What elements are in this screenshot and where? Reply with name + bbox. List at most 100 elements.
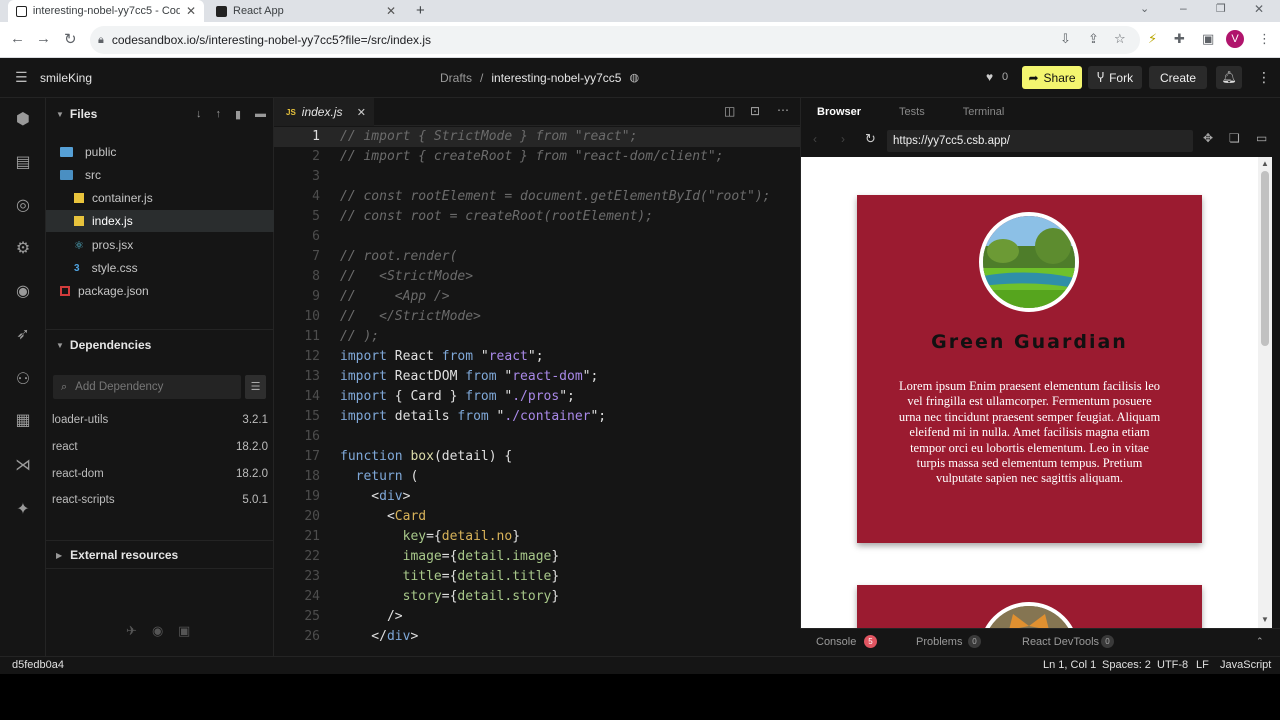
github-icon[interactable]: ◉ xyxy=(152,623,163,639)
preview-layout-icon[interactable]: ▭ xyxy=(1256,131,1267,145)
sort-up-icon[interactable]: ↑ xyxy=(215,108,221,120)
tab-browser[interactable]: Browser xyxy=(817,106,861,118)
files-section-header[interactable]: ▼ Files ↓ ↑ ▮ ▬ xyxy=(56,106,266,122)
file-encoding[interactable]: UTF-8 xyxy=(1157,659,1188,671)
dependencies-section-header[interactable]: ▼ Dependencies xyxy=(56,338,151,352)
scroll-up-arrow-icon[interactable]: ▲ xyxy=(1261,159,1269,168)
code-line[interactable]: 14 import { Card } from "./pros"; xyxy=(274,387,800,407)
tree-item-index-js[interactable]: index.js xyxy=(46,210,274,232)
scroll-down-arrow-icon[interactable]: ▼ xyxy=(1261,615,1269,624)
code-line[interactable]: 24 story={detail.story} xyxy=(274,587,800,607)
settings-gear-icon[interactable]: ⚙ xyxy=(13,239,33,259)
problems-tab[interactable]: Problems xyxy=(916,636,962,648)
code-line[interactable]: 15 import details from "./container"; xyxy=(274,407,800,427)
expand-console-icon[interactable]: ⌃ xyxy=(1256,636,1264,647)
code-line[interactable]: 3 xyxy=(274,167,800,187)
preview-back-icon[interactable]: ‹ xyxy=(813,132,817,146)
code-line[interactable]: 22 image={detail.image} xyxy=(274,547,800,567)
github-icon[interactable]: ◉ xyxy=(13,282,33,302)
tab-terminal[interactable]: Terminal xyxy=(963,106,1005,118)
preview-scrollbar[interactable]: ▲ ▼ xyxy=(1258,157,1272,628)
sparkles-icon[interactable]: ✦ xyxy=(13,500,33,520)
code-line[interactable]: 19 <div> xyxy=(274,487,800,507)
share-page-icon[interactable]: ⇪ xyxy=(1088,31,1099,47)
new-tab-button[interactable]: + xyxy=(416,2,425,19)
address-bar[interactable]: 🔒︎ codesandbox.io/s/interesting-nobel-yy… xyxy=(90,26,1140,54)
tree-item-style-css[interactable]: 3 style.css xyxy=(46,257,274,279)
workspace-name[interactable]: smileKing xyxy=(40,71,92,85)
sandbox-info-cube-icon[interactable]: ⬢ xyxy=(13,110,33,130)
close-tab-icon[interactable]: ✕ xyxy=(357,106,366,119)
line-ending[interactable]: LF xyxy=(1196,659,1209,671)
file-explorer-icon[interactable]: ▤ xyxy=(13,153,33,173)
tab-tests[interactable]: Tests xyxy=(899,106,925,118)
dependency-list-icon[interactable]: ☰ xyxy=(245,375,266,399)
dependency-row[interactable]: loader-utils 3.2.1 xyxy=(52,410,268,430)
code-line[interactable]: 4 // const rootElement = document.getElem… xyxy=(274,187,800,207)
code-line[interactable]: 5 // const root = createRoot(rootElement)… xyxy=(274,207,800,227)
preview-forward-icon[interactable]: › xyxy=(841,132,845,146)
scrollbar-thumb[interactable] xyxy=(1261,171,1269,346)
code-line[interactable]: 21 key={detail.no} xyxy=(274,527,800,547)
code-line[interactable]: 2 // import { createRoot } from "react-do… xyxy=(274,147,800,167)
code-line[interactable]: 6 xyxy=(274,227,800,247)
external-resources-header[interactable]: ▶ External resources xyxy=(56,548,178,562)
more-options-icon[interactable]: ⋮ xyxy=(1257,69,1271,86)
tree-item-package-json[interactable]: package.json xyxy=(46,280,274,302)
code-line[interactable]: 20 <Card xyxy=(274,507,800,527)
tree-item-pros-jsx[interactable]: ⚛ pros.jsx xyxy=(46,234,274,256)
tree-item-public[interactable]: public xyxy=(46,141,274,163)
sandbox-title[interactable]: interesting-nobel-yy7cc5 xyxy=(491,71,621,85)
preview-url-input[interactable]: https://yy7cc5.csb.app/ xyxy=(887,130,1193,152)
code-area[interactable]: 1 // import { StrictMode } from "react"; 2… xyxy=(274,127,800,656)
sort-down-icon[interactable]: ↓ xyxy=(196,108,202,120)
code-line[interactable]: 10 // </StrictMode> xyxy=(274,307,800,327)
console-tab[interactable]: Console xyxy=(816,636,856,648)
indentation[interactable]: Spaces: 2 xyxy=(1102,659,1151,671)
editor-more-icon[interactable]: ⋯ xyxy=(777,103,789,117)
new-folder-icon[interactable]: ▬ xyxy=(255,108,266,120)
bookmark-star-icon[interactable]: ☆ xyxy=(1114,31,1126,47)
code-line[interactable]: 18 return ( xyxy=(274,467,800,487)
code-line[interactable]: 16 xyxy=(274,427,800,447)
deploy-rocket-icon[interactable]: ➶ xyxy=(13,325,33,345)
open-new-window-icon[interactable]: ❏ xyxy=(1229,131,1240,145)
share-button[interactable]: ➦ Share xyxy=(1022,66,1082,89)
preview-responsive-icon[interactable]: ✥ xyxy=(1203,131,1213,145)
language-mode[interactable]: JavaScript xyxy=(1220,659,1271,671)
code-line[interactable]: 23 title={detail.title} xyxy=(274,567,800,587)
close-tab-icon[interactable]: ✕ xyxy=(186,4,196,18)
new-file-icon[interactable]: ▮ xyxy=(235,108,241,121)
code-line[interactable]: 26 </div> xyxy=(274,627,800,647)
restore-window-icon[interactable]: ❐ xyxy=(1216,2,1226,15)
minimize-window-icon[interactable]: – xyxy=(1180,1,1187,15)
commit-hash[interactable]: d5fedb0a4 xyxy=(12,659,64,671)
profile-avatar[interactable]: V xyxy=(1226,30,1244,48)
code-line[interactable]: 1 // import { StrictMode } from "react"; xyxy=(274,127,800,147)
forward-arrow-icon[interactable]: → xyxy=(36,30,51,47)
browser-tab-codesandbox[interactable]: interesting-nobel-yy7cc5 - Code ✕ xyxy=(8,0,204,22)
close-tab-icon[interactable]: ✕ xyxy=(386,4,396,18)
search-icon[interactable]: ◎ xyxy=(13,196,33,216)
breadcrumb-drafts[interactable]: Drafts xyxy=(440,71,472,85)
menu-hamburger-icon[interactable]: ☰ xyxy=(15,69,28,86)
back-arrow-icon[interactable]: ← xyxy=(10,30,25,47)
preview-toggle-icon[interactable]: ⊡ xyxy=(750,104,760,118)
tree-item-container-js[interactable]: container.js xyxy=(46,187,274,209)
fork-button[interactable]: Ⴤ Fork xyxy=(1088,66,1142,89)
discord-icon[interactable]: ▣ xyxy=(178,623,190,639)
chrome-menu-icon[interactable]: ⋮ xyxy=(1258,31,1271,47)
code-line[interactable]: 12 import React from "react"; xyxy=(274,347,800,367)
code-line[interactable]: 9 // <App /> xyxy=(274,287,800,307)
dependency-row[interactable]: react-dom 18.2.0 xyxy=(52,464,268,484)
twitter-icon[interactable]: ✈ xyxy=(126,623,137,639)
side-panel-icon[interactable]: ▣ xyxy=(1202,31,1214,47)
close-window-icon[interactable]: ✕ xyxy=(1254,2,1264,16)
vscode-icon[interactable]: ⋊ xyxy=(13,456,33,476)
dependency-row[interactable]: react 18.2.0 xyxy=(52,437,268,457)
dependency-row[interactable]: react-scripts 5.0.1 xyxy=(52,490,268,510)
extension-bolt-icon[interactable]: ⚡︎ xyxy=(1148,31,1157,47)
extensions-puzzle-icon[interactable]: ✚ xyxy=(1174,31,1185,47)
tree-item-src[interactable]: src xyxy=(46,164,274,186)
code-line[interactable]: 11 // ); xyxy=(274,327,800,347)
